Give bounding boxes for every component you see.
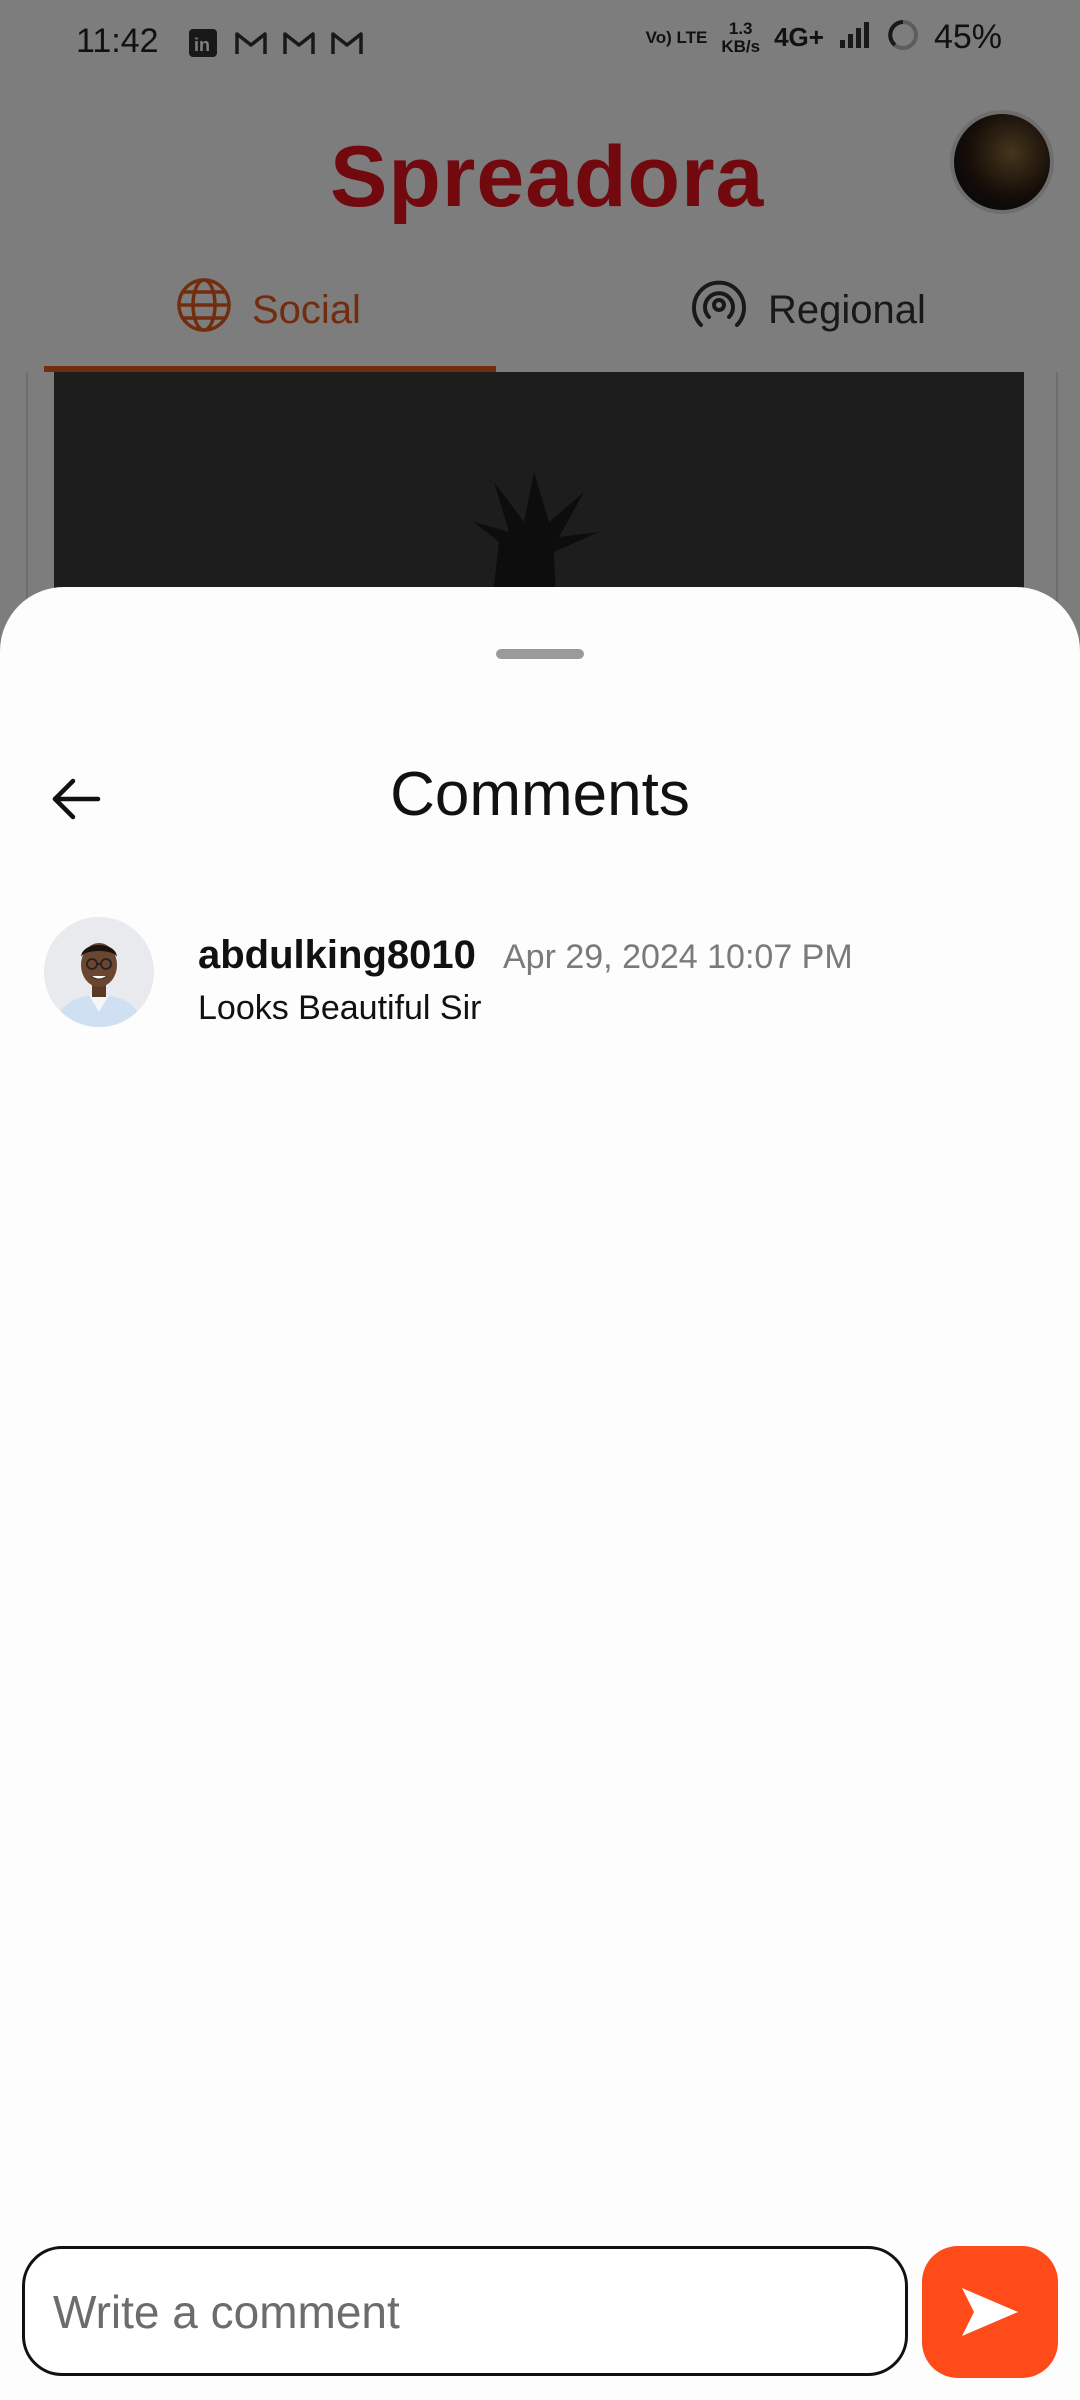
comments-sheet: Comments abdulking8010 Apr 29, 2024 10:0… xyxy=(0,587,1080,2400)
comment-item: abdulking8010 Apr 29, 2024 10:07 PM Look… xyxy=(44,917,1044,1037)
comment-input-container xyxy=(22,2246,908,2376)
comment-text: Looks Beautiful Sir xyxy=(198,989,482,1027)
send-button[interactable] xyxy=(922,2246,1058,2378)
drag-handle[interactable] xyxy=(496,649,584,659)
commenter-avatar[interactable] xyxy=(44,917,154,1027)
sheet-title: Comments xyxy=(390,760,690,829)
send-icon xyxy=(962,2288,1018,2336)
comment-input[interactable] xyxy=(51,2249,885,2375)
comment-timestamp: Apr 29, 2024 10:07 PM xyxy=(503,938,853,976)
comment-username[interactable]: abdulking8010 xyxy=(198,933,476,977)
